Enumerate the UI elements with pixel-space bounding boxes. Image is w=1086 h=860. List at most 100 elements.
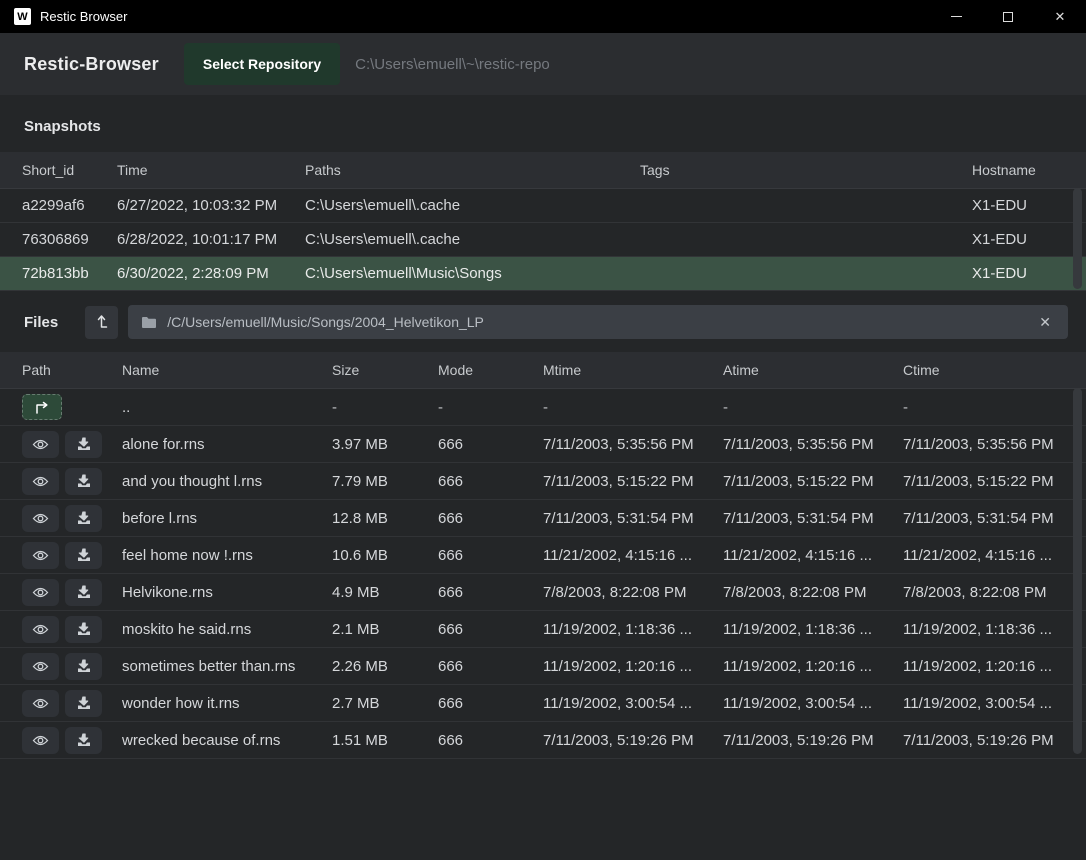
download-file-button[interactable] (65, 505, 102, 532)
download-file-button[interactable] (65, 653, 102, 680)
download-file-button[interactable] (65, 616, 102, 643)
snapshots-section-title: Snapshots (24, 118, 101, 135)
col-name: Name (122, 362, 332, 378)
snapshot-paths: C:\Users\emuell\.cache (305, 231, 640, 248)
preview-file-button[interactable] (22, 468, 59, 495)
file-mtime: 7/8/2003, 8:22:08 PM (543, 584, 723, 601)
download-file-button[interactable] (65, 690, 102, 717)
files-table: .. - - - - - alone for.rns 3.97 MB 666 7… (0, 389, 1086, 759)
download-file-button[interactable] (65, 542, 102, 569)
file-mtime: 7/11/2003, 5:15:22 PM (543, 473, 723, 490)
preview-file-button[interactable] (22, 616, 59, 643)
file-mode: 666 (438, 436, 543, 453)
download-icon (77, 474, 91, 488)
file-name: .. (122, 399, 332, 416)
close-button[interactable]: ✕ (1034, 0, 1086, 33)
clear-path-button[interactable]: ✕ (1035, 312, 1055, 333)
file-name: wrecked because of.rns (122, 732, 332, 749)
preview-file-button[interactable] (22, 505, 59, 532)
snapshot-row-selected[interactable]: 72b813bb 6/30/2022, 2:28:09 PM C:\Users\… (0, 257, 1086, 291)
file-name: Helvikone.rns (122, 584, 332, 601)
eye-icon (32, 623, 49, 636)
download-file-button[interactable] (65, 579, 102, 606)
file-row[interactable]: sometimes better than.rns 2.26 MB 666 11… (0, 648, 1086, 685)
file-mtime: 7/11/2003, 5:31:54 PM (543, 510, 723, 527)
col-size: Size (332, 362, 438, 378)
preview-file-button[interactable] (22, 579, 59, 606)
file-size: - (332, 399, 438, 416)
snapshot-paths: C:\Users\emuell\Music\Songs (305, 265, 640, 282)
preview-file-button[interactable] (22, 653, 59, 680)
file-atime: 11/19/2002, 1:18:36 ... (723, 621, 903, 638)
select-repository-button[interactable]: Select Repository (184, 43, 340, 85)
eye-icon (32, 549, 49, 562)
file-mode: 666 (438, 547, 543, 564)
download-file-button[interactable] (65, 727, 102, 754)
file-ctime: 7/11/2003, 5:19:26 PM (903, 732, 1062, 749)
download-icon (77, 659, 91, 673)
app-header: Restic-Browser Select Repository C:\User… (0, 33, 1086, 95)
parent-arrow-icon (33, 401, 51, 414)
file-row[interactable]: before l.rns 12.8 MB 666 7/11/2003, 5:31… (0, 500, 1086, 537)
file-atime: - (723, 399, 903, 416)
col-short-id: Short_id (22, 162, 117, 178)
preview-file-button[interactable] (22, 690, 59, 717)
files-table-header: Path Name Size Mode Mtime Atime Ctime (0, 352, 1086, 389)
snapshot-short-id: a2299af6 (22, 197, 117, 214)
files-path-input[interactable]: /C/Users/emuell/Music/Songs/2004_Helveti… (128, 305, 1068, 339)
preview-file-button[interactable] (22, 431, 59, 458)
file-ctime: 7/11/2003, 5:31:54 PM (903, 510, 1062, 527)
file-ctime: 7/11/2003, 5:15:22 PM (903, 473, 1062, 490)
file-size: 7.79 MB (332, 473, 438, 490)
file-mtime: 7/11/2003, 5:19:26 PM (543, 732, 723, 749)
file-atime: 7/11/2003, 5:31:54 PM (723, 510, 903, 527)
download-file-button[interactable] (65, 431, 102, 458)
file-row[interactable]: Helvikone.rns 4.9 MB 666 7/8/2003, 8:22:… (0, 574, 1086, 611)
file-ctime: 11/21/2002, 4:15:16 ... (903, 547, 1062, 564)
file-atime: 7/11/2003, 5:19:26 PM (723, 732, 903, 749)
parent-directory-row[interactable]: .. - - - - - (0, 389, 1086, 426)
snapshot-row[interactable]: 76306869 6/28/2022, 10:01:17 PM C:\Users… (0, 223, 1086, 257)
snapshots-scrollbar[interactable] (1073, 188, 1082, 289)
file-row[interactable]: alone for.rns 3.97 MB 666 7/11/2003, 5:3… (0, 426, 1086, 463)
file-mtime: 7/11/2003, 5:35:56 PM (543, 436, 723, 453)
eye-icon (32, 475, 49, 488)
repository-path: C:\Users\emuell\~\restic-repo (355, 56, 550, 73)
file-size: 12.8 MB (332, 510, 438, 527)
file-row[interactable]: moskito he said.rns 2.1 MB 666 11/19/200… (0, 611, 1086, 648)
file-row[interactable]: feel home now !.rns 10.6 MB 666 11/21/20… (0, 537, 1086, 574)
file-name: feel home now !.rns (122, 547, 332, 564)
clear-path-icon: ✕ (1039, 314, 1051, 330)
level-up-button[interactable] (85, 306, 118, 339)
minimize-button[interactable] (930, 0, 982, 33)
snapshot-paths: C:\Users\emuell\.cache (305, 197, 640, 214)
minimize-icon (951, 16, 962, 17)
file-mode: 666 (438, 510, 543, 527)
file-size: 10.6 MB (332, 547, 438, 564)
download-file-button[interactable] (65, 468, 102, 495)
go-parent-button[interactable] (22, 394, 62, 420)
file-atime: 11/19/2002, 1:20:16 ... (723, 658, 903, 675)
file-mtime: 11/19/2002, 1:18:36 ... (543, 621, 723, 638)
file-row[interactable]: wonder how it.rns 2.7 MB 666 11/19/2002,… (0, 685, 1086, 722)
snapshot-row[interactable]: a2299af6 6/27/2022, 10:03:32 PM C:\Users… (0, 189, 1086, 223)
snapshots-table: a2299af6 6/27/2022, 10:03:32 PM C:\Users… (0, 189, 1086, 291)
download-icon (77, 437, 91, 451)
file-row[interactable]: and you thought l.rns 7.79 MB 666 7/11/2… (0, 463, 1086, 500)
download-icon (77, 696, 91, 710)
maximize-button[interactable] (982, 0, 1034, 33)
preview-file-button[interactable] (22, 727, 59, 754)
col-tags: Tags (640, 162, 972, 178)
file-atime: 7/11/2003, 5:35:56 PM (723, 436, 903, 453)
files-scrollbar[interactable] (1073, 388, 1082, 754)
file-size: 2.1 MB (332, 621, 438, 638)
file-mode: 666 (438, 584, 543, 601)
file-row[interactable]: wrecked because of.rns 1.51 MB 666 7/11/… (0, 722, 1086, 759)
download-icon (77, 733, 91, 747)
col-time: Time (117, 162, 305, 178)
preview-file-button[interactable] (22, 542, 59, 569)
snapshot-time: 6/27/2022, 10:03:32 PM (117, 197, 305, 214)
file-size: 2.7 MB (332, 695, 438, 712)
files-bar: Files /C/Users/emuell/Music/Songs/2004_H… (0, 304, 1086, 340)
file-size: 2.26 MB (332, 658, 438, 675)
